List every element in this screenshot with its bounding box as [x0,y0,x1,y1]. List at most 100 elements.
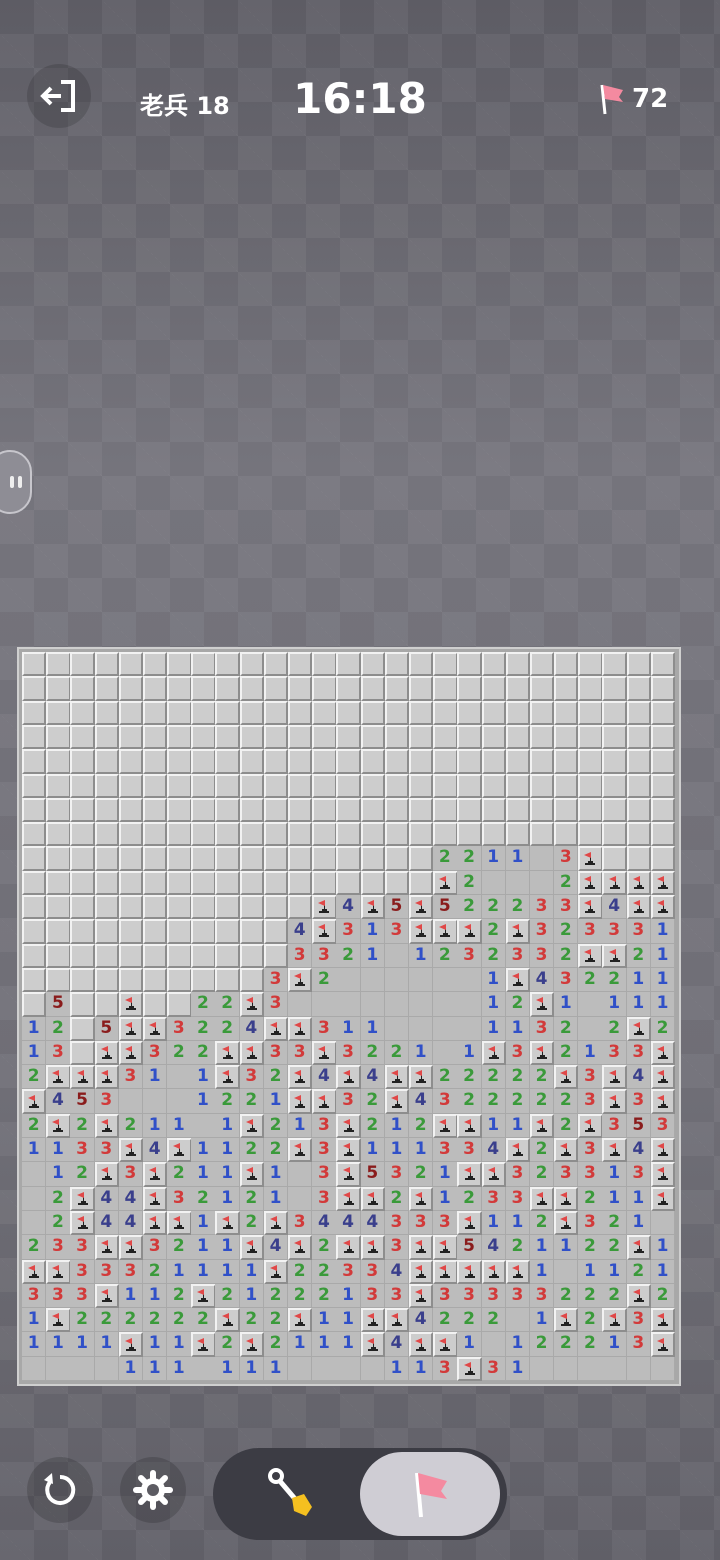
board-cell[interactable]: 1 [167,1356,192,1382]
board-cell[interactable]: 1 [505,1332,531,1357]
board-cell[interactable]: 4 [118,1186,144,1211]
board-cell[interactable] [360,773,385,798]
board-cell[interactable]: 2 [578,1332,603,1357]
board-cell[interactable] [239,846,265,871]
board-cell[interactable] [46,846,71,871]
board-cell[interactable] [70,919,95,944]
board-cell[interactable] [457,676,482,701]
flagged-cell[interactable] [433,919,458,944]
board-cell[interactable] [384,749,410,774]
board-cell[interactable]: 3 [70,1259,95,1284]
board-cell[interactable] [505,749,531,774]
board-cell[interactable] [215,724,240,750]
board-cell[interactable] [215,676,240,701]
board-cell[interactable] [360,652,385,677]
flagged-cell[interactable] [312,895,337,920]
board-cell[interactable]: 3 [529,1283,555,1309]
board-cell[interactable]: 2 [433,846,458,871]
board-cell[interactable] [22,773,47,798]
board-cell[interactable]: 3 [578,1065,603,1090]
flagged-cell[interactable] [94,1283,119,1309]
board-cell[interactable]: 3 [602,919,627,944]
board-cell[interactable]: 3 [336,919,361,944]
board-cell[interactable]: 1 [215,1138,240,1163]
flagged-cell[interactable] [239,1040,265,1066]
flagged-cell[interactable] [215,1065,240,1090]
board-cell[interactable]: 3 [578,1162,603,1187]
board-cell[interactable]: 1 [554,992,579,1017]
board-cell[interactable] [118,700,144,725]
flagged-cell[interactable] [46,1113,71,1139]
board-cell[interactable]: 3 [457,943,482,968]
board-cell[interactable]: 1 [239,1356,265,1382]
board-cell[interactable] [433,652,458,677]
board-cell[interactable]: 4 [263,1235,289,1260]
flagged-cell[interactable] [336,1065,361,1090]
board-cell[interactable]: 3 [626,1308,652,1333]
board-cell[interactable] [22,797,47,823]
flagged-cell[interactable] [602,943,627,968]
board-cell[interactable]: 3 [384,1283,410,1309]
board-cell[interactable] [505,652,531,677]
board-cell[interactable] [263,749,289,774]
board-cell[interactable]: 1 [263,1186,289,1211]
board-cell[interactable]: 2 [191,1308,216,1333]
board-cell[interactable]: 2 [457,1089,482,1114]
board-cell[interactable] [336,822,361,847]
board-cell[interactable]: 1 [505,846,531,871]
board-cell[interactable]: 1 [408,943,434,968]
board-cell[interactable]: 3 [481,1283,506,1309]
board-cell[interactable]: 4 [94,1210,119,1236]
board-cell[interactable]: 3 [529,1016,555,1041]
settings-button[interactable] [120,1457,186,1523]
board-cell[interactable]: 1 [263,1356,289,1382]
board-cell[interactable]: 2 [360,1089,385,1114]
board-cell[interactable] [70,676,95,701]
board-cell[interactable] [360,870,385,896]
board-cell[interactable]: 2 [457,870,482,896]
flagged-cell[interactable] [118,1040,144,1066]
flagged-cell[interactable] [433,870,458,896]
board-cell[interactable]: 2 [578,1308,603,1333]
board-cell[interactable] [94,919,119,944]
board-cell[interactable] [191,895,216,920]
board-cell[interactable] [118,652,144,677]
flagged-cell[interactable] [142,1162,168,1187]
board-cell[interactable]: 2 [602,1210,627,1236]
board-cell[interactable]: 2 [481,1065,506,1090]
board-cell[interactable]: 1 [336,1016,361,1041]
flagged-cell[interactable] [505,919,531,944]
board-cell[interactable] [142,943,168,968]
flagged-cell[interactable] [650,1138,676,1163]
board-cell[interactable] [239,822,265,847]
board-cell[interactable]: 2 [529,1162,555,1187]
board-cell[interactable]: 3 [263,967,289,993]
flagged-cell[interactable] [142,1016,168,1041]
board-cell[interactable]: 2 [554,1113,579,1139]
flagged-cell[interactable] [626,870,652,896]
board-cell[interactable] [505,822,531,847]
board-cell[interactable] [191,652,216,677]
board-cell[interactable]: 2 [650,1016,676,1041]
flagged-cell[interactable] [312,1040,337,1066]
board-cell[interactable] [433,724,458,750]
board-cell[interactable]: 2 [70,1162,95,1187]
board-cell[interactable]: 1 [481,1210,506,1236]
board-cell[interactable] [602,652,627,677]
flagged-cell[interactable] [626,1235,652,1260]
board-cell[interactable] [360,846,385,871]
board-cell[interactable]: 2 [433,943,458,968]
board-cell[interactable] [288,724,313,750]
board-cell[interactable]: 2 [602,967,627,993]
board-cell[interactable] [408,773,434,798]
board-cell[interactable]: 1 [215,1356,240,1382]
board-cell[interactable] [22,895,47,920]
board-cell[interactable] [263,870,289,896]
board-cell[interactable]: 1 [505,1210,531,1236]
board-cell[interactable]: 1 [215,1186,240,1211]
board-cell[interactable]: 3 [46,1235,71,1260]
board-cell[interactable] [215,967,240,993]
board-cell[interactable] [142,967,168,993]
board-cell[interactable] [384,797,410,823]
board-cell[interactable] [481,749,506,774]
